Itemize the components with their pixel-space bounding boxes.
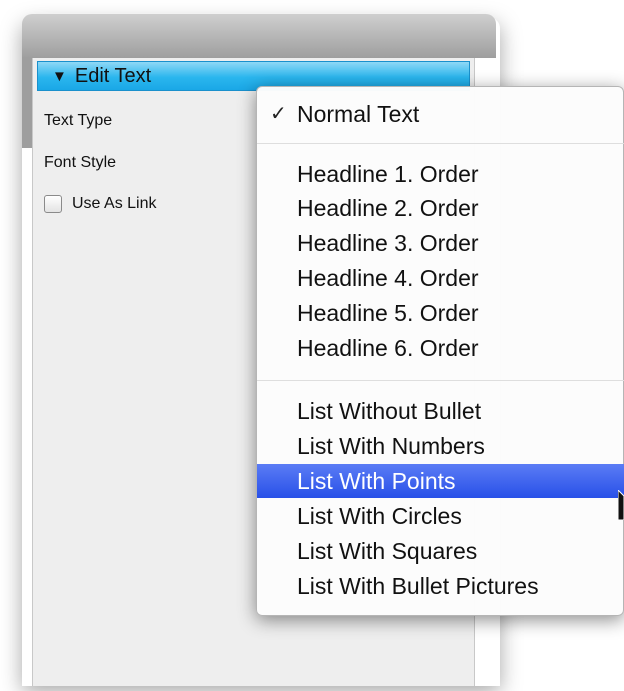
text-type-label: Text Type	[44, 112, 113, 129]
edit-text-header-label: Edit Text	[74, 64, 152, 87]
use-as-link-checkbox[interactable]	[44, 195, 62, 213]
menu-item-list-with-points[interactable]: List With Points	[257, 464, 624, 498]
menu-item-headline-1[interactable]: Headline 1. Order	[257, 157, 624, 191]
menu-item-headline-4[interactable]: Headline 4. Order	[257, 261, 624, 295]
menu-item-list-with-numbers[interactable]: List With Numbers	[257, 429, 624, 463]
menu-separator	[257, 143, 624, 144]
menu-item-list-without-bullet[interactable]: List Without Bullet	[257, 394, 624, 428]
font-style-label: Font Style	[44, 154, 117, 171]
menu-item-headline-2[interactable]: Headline 2. Order	[257, 191, 624, 225]
menu-item-list-with-bullet-pictures[interactable]: List With Bullet Pictures	[257, 569, 624, 603]
text-type-dropdown-menu: ✓ Normal Text Headline 1. Order Headline…	[256, 86, 624, 616]
menu-item-label: Normal Text	[297, 101, 420, 127]
menu-item-headline-3[interactable]: Headline 3. Order	[257, 226, 624, 260]
menu-item-headline-5[interactable]: Headline 5. Order	[257, 296, 624, 330]
window-edge	[22, 58, 32, 148]
use-as-link-label[interactable]: Use As Link	[72, 195, 156, 213]
menu-separator	[257, 380, 624, 381]
menu-item-normal-text[interactable]: ✓ Normal Text	[257, 97, 624, 131]
checkmark-icon: ✓	[270, 103, 287, 125]
disclosure-triangle-icon[interactable]: ▼	[52, 68, 67, 85]
mouse-pointer-icon	[618, 490, 624, 520]
menu-item-list-with-circles[interactable]: List With Circles	[257, 499, 624, 533]
window-titlebar[interactable]	[22, 14, 496, 58]
menu-item-list-with-squares[interactable]: List With Squares	[257, 534, 624, 568]
menu-item-headline-6[interactable]: Headline 6. Order	[257, 331, 624, 365]
